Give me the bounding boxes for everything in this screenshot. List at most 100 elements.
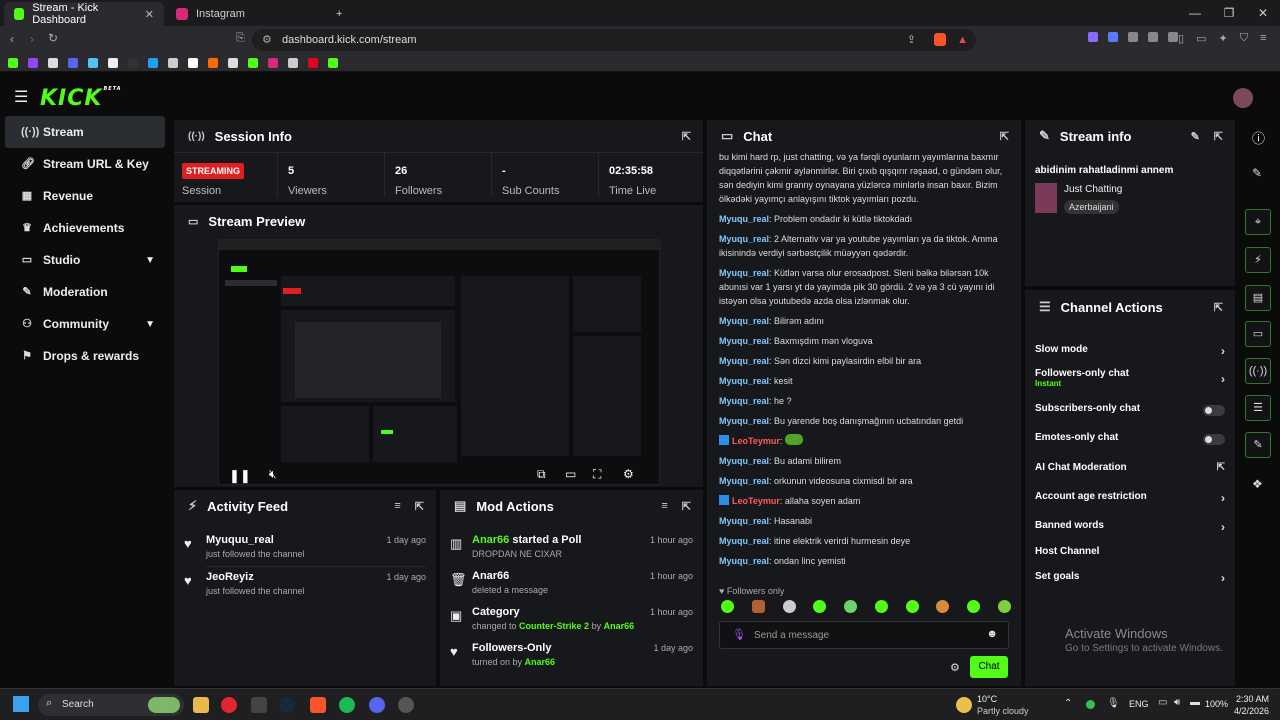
bookmark-icon[interactable] xyxy=(288,57,298,68)
chat-username[interactable]: Myuqu_real xyxy=(719,336,769,346)
minimize-icon[interactable]: — xyxy=(1178,0,1212,26)
clock-date[interactable]: 4/2/2026 xyxy=(1234,706,1269,716)
chat-username[interactable]: Myuqu_real xyxy=(719,516,769,526)
extension-icon[interactable] xyxy=(1148,32,1158,42)
back-icon[interactable]: ‹ xyxy=(10,32,14,46)
emote-icon[interactable] xyxy=(751,600,765,613)
extension-icon[interactable] xyxy=(1168,32,1178,42)
windows-start-icon[interactable] xyxy=(13,696,29,712)
popout-icon[interactable]: ⇱ xyxy=(682,500,691,513)
theater-icon[interactable]: ▭ xyxy=(565,467,576,481)
forward-icon[interactable]: › xyxy=(30,32,34,46)
chat-username[interactable]: Myuqu_real xyxy=(719,316,769,326)
bookmark-icon[interactable] xyxy=(328,57,338,68)
set-goals-row[interactable]: Set goals › xyxy=(1035,571,1225,591)
moderator-name[interactable]: Anar66 xyxy=(525,657,556,667)
emote-icon[interactable] xyxy=(874,600,888,613)
mute-icon[interactable]: 🔇︎ xyxy=(269,467,277,482)
settings-gear-icon[interactable]: ⚙ xyxy=(623,467,634,481)
sidebar-item-drops-rewards[interactable]: ⚑ Drops & rewards xyxy=(5,340,165,372)
close-tab-icon[interactable]: ✕ xyxy=(145,8,154,21)
bookmark-icon[interactable] xyxy=(128,57,138,68)
moderator-name[interactable]: Anar66 xyxy=(604,621,635,631)
popout-icon[interactable]: ⇱ xyxy=(682,130,691,143)
extension-icon[interactable] xyxy=(1128,32,1138,42)
hamburger-menu-icon[interactable]: ☰ xyxy=(14,87,28,107)
emote-icon[interactable] xyxy=(905,600,919,613)
chat-input[interactable]: 🎙︎ Send a message ☻ xyxy=(719,621,1009,649)
bookmark-instagram-icon[interactable] xyxy=(268,57,278,68)
subscribers-only-toggle[interactable] xyxy=(1203,405,1225,416)
customize-layout-icon[interactable]: ❖ xyxy=(1252,477,1263,491)
account-age-row[interactable]: Account age restriction › xyxy=(1035,491,1225,511)
chat-username[interactable]: Myuqu_real xyxy=(719,376,769,386)
tab-instagram[interactable]: Instagram xyxy=(166,2,326,26)
sidebar-item-stream[interactable]: ((·)) Stream xyxy=(5,116,165,148)
broadcast-icon[interactable]: ((·)) xyxy=(1245,358,1271,384)
fullscreen-icon[interactable]: ⛶ xyxy=(593,467,601,482)
bookmark-icon[interactable] xyxy=(208,57,218,68)
edit-pencil-icon[interactable]: ✎ xyxy=(1252,166,1262,180)
steam-icon[interactable] xyxy=(279,697,295,713)
stream-category[interactable]: Just Chatting xyxy=(1064,184,1122,195)
emote-icon[interactable] xyxy=(997,600,1011,613)
sidebar-item-community[interactable]: ⚇ Community ▼ xyxy=(5,308,165,340)
info-icon[interactable]: ⓘ xyxy=(1252,128,1265,147)
microphone-icon[interactable]: 🎙︎ xyxy=(1107,698,1120,709)
vpn-icon[interactable]: ⛉ xyxy=(1240,32,1248,45)
bookmark-icon[interactable]: ⎘ xyxy=(236,32,245,45)
taskbar-search[interactable]: ⌕ Search xyxy=(38,694,184,716)
popout-icon[interactable]: ⇱ xyxy=(1214,301,1223,314)
emotes-only-toggle[interactable] xyxy=(1203,434,1225,445)
emote-icon[interactable] xyxy=(967,600,981,613)
filter-icon[interactable]: ≡ xyxy=(394,500,400,513)
emote-icon[interactable] xyxy=(782,600,796,613)
maximize-icon[interactable]: ❐ xyxy=(1212,0,1246,26)
url-input[interactable]: ⚙ dashboard.kick.com/stream ⇪ ▲ xyxy=(252,29,976,51)
document-icon[interactable]: ▤ xyxy=(1245,285,1271,311)
discord-icon[interactable] xyxy=(369,697,385,713)
brave-shields-icon[interactable] xyxy=(934,33,946,46)
chat-username[interactable]: Myuqu_real xyxy=(719,476,769,486)
clock-time[interactable]: 2:30 AM xyxy=(1236,694,1269,704)
chat-username[interactable]: LeoTeymur xyxy=(732,436,780,446)
chat-username[interactable]: Myuqu_real xyxy=(719,556,769,566)
emote-icon[interactable] xyxy=(844,600,858,613)
bookmark-icon[interactable] xyxy=(48,57,58,68)
emote-icon[interactable] xyxy=(813,600,827,613)
slow-mode-row[interactable]: Slow mode › xyxy=(1035,344,1225,364)
extension-icon[interactable] xyxy=(1088,32,1098,42)
emote-icon[interactable] xyxy=(936,600,950,613)
bookmark-icon[interactable] xyxy=(168,57,178,68)
chat-username[interactable]: Myuqu_real xyxy=(719,268,769,278)
bookmark-google-icon[interactable] xyxy=(188,57,198,68)
edit-pencil-icon[interactable]: ✎ xyxy=(1191,130,1200,143)
brave-rewards-icon[interactable]: ▲ xyxy=(957,29,968,51)
chat-username[interactable]: Myuqu_real xyxy=(719,214,769,224)
bookmark-icon[interactable] xyxy=(248,57,258,68)
chat-username[interactable]: Myuqu_real xyxy=(719,456,769,466)
wrench-icon[interactable]: ✎ xyxy=(1245,432,1271,458)
chat-username[interactable]: Myuqu_real xyxy=(719,396,769,406)
sidebar-item-revenue[interactable]: ▦ Revenue xyxy=(5,180,165,212)
input-language[interactable]: ENG xyxy=(1129,699,1149,709)
spotify-icon[interactable] xyxy=(339,697,355,713)
status-dot-icon[interactable] xyxy=(1086,700,1095,709)
chat-username[interactable]: Myuqu_real xyxy=(719,356,769,366)
sidebar-item-stream-url-key[interactable]: 🔗︎ Stream URL & Key xyxy=(5,148,165,180)
site-info-icon[interactable]: ⚙ xyxy=(262,29,272,51)
bookmark-icon[interactable] xyxy=(228,57,238,68)
emoji-icon[interactable]: ☻ xyxy=(986,628,998,640)
filter-icon[interactable]: ≡ xyxy=(661,500,667,513)
chat-username[interactable]: Myuqu_real xyxy=(719,416,769,426)
kick-logo[interactable]: KICKBETA xyxy=(40,86,122,111)
app-icon[interactable] xyxy=(398,697,414,713)
app-icon[interactable] xyxy=(221,697,237,713)
bookmark-kick-icon[interactable] xyxy=(8,57,18,68)
popout-icon[interactable]: ⇱ xyxy=(1000,130,1009,143)
file-explorer-icon[interactable] xyxy=(193,697,209,713)
send-chat-button[interactable]: Chat xyxy=(970,656,1008,678)
chevron-up-icon[interactable]: ⌃ xyxy=(1064,698,1072,709)
popout-icon[interactable]: ⇱ xyxy=(1214,130,1223,143)
category-link[interactable]: Counter-Strike 2 xyxy=(519,621,589,631)
